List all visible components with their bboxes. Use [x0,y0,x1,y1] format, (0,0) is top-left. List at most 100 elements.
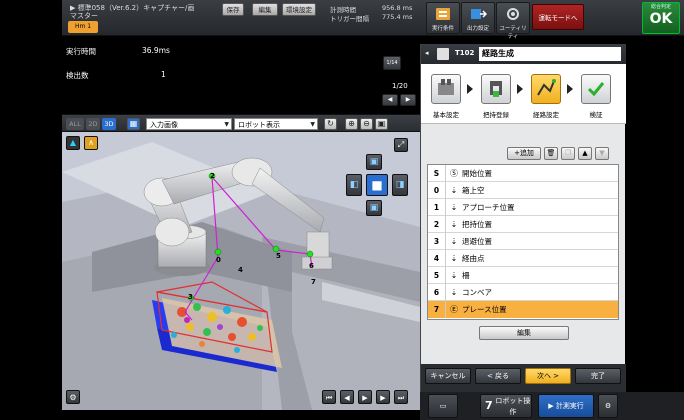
path-label-6: 6 [309,262,314,270]
step-verification[interactable] [581,74,611,104]
list-item[interactable]: 0 ⇣ 箱上空 [428,182,618,199]
list-item[interactable]: S Ⓢ 開始位置 [428,165,618,182]
settings-panel: ◂ T102 経路生成 基本設定 把持登録 経路設定 検証 +追加 🗑 ❐ ▲ … [420,44,626,410]
run-condition-icon [436,8,450,20]
list-item[interactable]: 2 ⇣ 把持位置 [428,216,618,233]
step-path-settings[interactable] [531,74,561,104]
step-basic-settings[interactable] [431,74,461,104]
list-item[interactable]: 3 ⇣ 退避位置 [428,233,618,250]
waypoint-list: S Ⓢ 開始位置 0 ⇣ 箱上空 1 ⇣ アプローチ位置 2 ⇣ 把持位置 3 ⇣ 退避位置 4 ⇣ 経… [427,164,619,320]
waypoint-icon: ⇣ [450,186,458,195]
basic-settings-icon [438,79,454,95]
nav-prev-button[interactable]: ◀ [340,390,354,404]
zoom-in-button[interactable]: ⊕ [345,118,358,130]
view-bottom-button[interactable]: ▣ [366,200,382,216]
wizard-steps: 基本設定 把持登録 経路設定 検証 [421,64,626,124]
copy-button[interactable]: ❐ [561,147,575,160]
view-mode-3d[interactable]: 3D [102,118,116,130]
edit-menu[interactable]: 編集 [252,3,278,16]
refresh-button[interactable]: ↻ [324,118,337,130]
nav-next-button[interactable]: ▶ [376,390,390,404]
move-up-button[interactable]: ▲ [578,147,592,160]
fullscreen-button[interactable]: ⤢ [394,138,408,152]
measure-run-label: 計測実行 [555,402,584,410]
nav-play-button[interactable]: ▶ [358,390,372,404]
run-mode-button[interactable]: 運転モードへ [532,4,584,30]
view-top-button[interactable]: ▣ [366,154,382,170]
step-label-grasp: 把持登録 [483,111,509,119]
image-select[interactable]: 入力画像 ▼ [146,118,232,130]
cube-top-icon: ▣ [369,157,379,167]
list-item-selected[interactable]: 7 Ⓔ プレース位置 [428,301,618,318]
zoom-out-button[interactable]: ⊖ [360,118,373,130]
command-bar: ▭ 7 ロボット操作 ▶ 計測実行 ⚙ [420,392,684,420]
view-right-button[interactable]: ◨ [392,174,408,196]
env-settings-menu[interactable]: 環境設定 [282,3,316,16]
view-front-button[interactable]: ■ [366,174,388,196]
fit-view-button[interactable]: ▣ [375,118,388,130]
verify-icon [587,82,605,97]
edit-button[interactable]: 編集 [479,326,569,340]
row-index: 0 [428,182,446,199]
waypoint-icon: ⇣ [450,288,458,297]
utility-label: ユーティリティ [499,26,527,40]
list-item[interactable]: 5 ⇣ 柵 [428,267,618,284]
zoom-ratio-button[interactable]: 1/14 [383,56,401,70]
triangle-right-icon: ▶ [405,96,411,103]
page-next-button[interactable]: ▶ [400,94,416,106]
path-settings-icon [537,79,556,96]
cube-front-icon: ■ [371,178,383,192]
delete-button[interactable]: 🗑 [544,147,558,160]
view-left-button[interactable]: ◧ [346,174,362,196]
list-item[interactable]: 4 ⇣ 経由点 [428,250,618,267]
run-condition-button[interactable]: 実行条件 [426,2,460,34]
layers-button[interactable]: ▦ [127,118,140,130]
row-index: 7 [428,301,446,318]
row-index: 6 [428,284,446,301]
row-index: S [428,165,446,182]
view-settings-button[interactable]: ⚙ [66,390,80,404]
nav-first-button[interactable]: ⏮ [322,390,336,404]
grasp-icon [490,81,502,97]
collapse-icon[interactable]: ◂ [425,49,429,57]
waypoint-icon: ⇣ [450,220,458,229]
step-label-verify: 検証 [589,111,603,119]
row-index: 3 [428,233,446,250]
measure-run-button[interactable]: ▶ 計測実行 [538,394,594,418]
camera-settings-button[interactable]: ⚙ [598,394,618,418]
robot-display-select[interactable]: ロボット表示 ▼ [234,118,318,130]
add-waypoint-button[interactable]: +追加 [507,147,541,160]
arrow-right-icon [467,84,473,94]
menu-button[interactable]: ▭ [428,394,458,418]
path-view-button[interactable]: ∧ [84,136,98,150]
step-grasp-registration[interactable] [481,74,511,104]
3d-viewport[interactable]: 2 0 4 3 5 6 7 ▲ ∧ ⤢ ▣ ◧ ■ ◨ ▣ ⚙ ⏮ ◀ ▶ ▶ … [62,132,420,410]
list-item[interactable]: 6 ⇣ コンベア [428,284,618,301]
finish-button[interactable]: 完了 [575,368,621,384]
chevron-down-icon: ▼ [310,121,315,128]
next-button[interactable]: 次へ > [525,368,571,384]
top-header: ▶ 標準058（Ver.6.2）キャプチャー/画 マスター Hm 1 保存 編集… [62,0,684,40]
view-mode-all[interactable]: ALL [66,118,84,130]
output-settings-button[interactable]: 出力設定 [461,2,495,34]
nav-last-button[interactable]: ⏭ [394,390,408,404]
view-mode-2d[interactable]: 2D [86,118,100,130]
robot-operation-button[interactable]: 7 ロボット操作 [480,394,532,418]
step-forward-icon: ▶ [380,394,386,402]
axis-view-button[interactable]: ▲ [66,136,80,150]
row-label: プレース位置 [462,305,507,314]
trigger-interval-value: 775.4 ms [382,13,413,21]
page-prev-button[interactable]: ◀ [382,94,398,106]
save-button[interactable]: 保存 [222,3,244,16]
arrow-up-icon: ▲ [582,149,588,157]
scene-tab[interactable]: Hm 1 [68,21,98,33]
move-down-button[interactable]: ▼ [595,147,609,160]
cancel-button[interactable]: キャンセル [425,368,471,384]
row-label: コンベア [462,288,492,297]
run-condition-label: 実行条件 [431,26,454,32]
back-button[interactable]: < 戻る [475,368,521,384]
step-name-field[interactable]: 経路生成 [479,47,621,61]
list-item[interactable]: 1 ⇣ アプローチ位置 [428,199,618,216]
utility-button[interactable]: ユーティリティ [496,2,530,40]
row-label: 把持位置 [462,220,492,229]
